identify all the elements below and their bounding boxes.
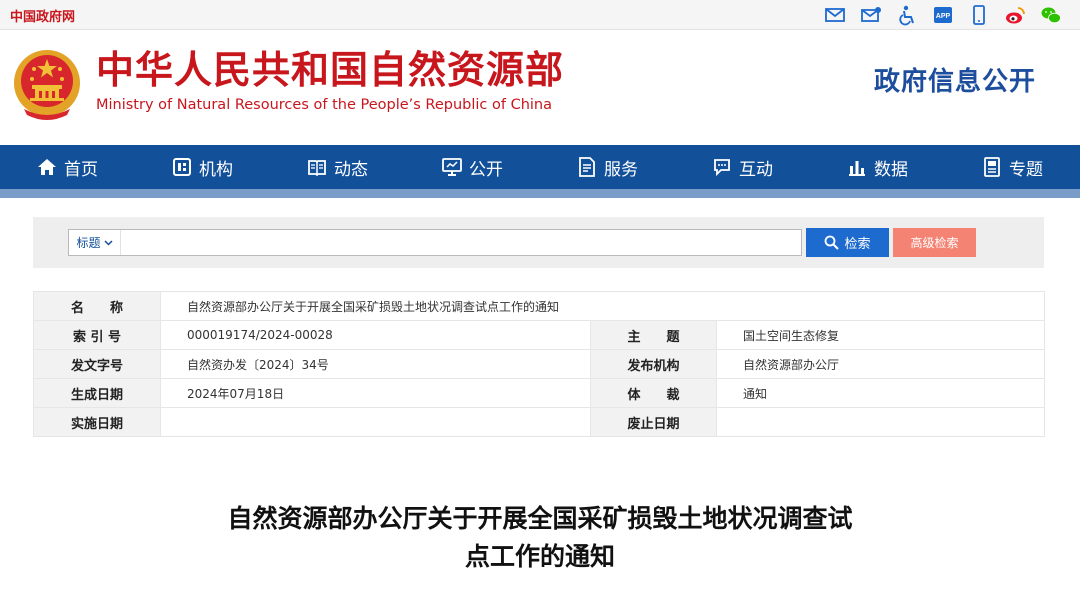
form-icon <box>579 157 595 177</box>
nav-item-label: 机构 <box>199 159 233 180</box>
nav-item-label: 互动 <box>739 159 773 180</box>
weibo-icon[interactable] <box>1004 4 1026 26</box>
monitor-icon <box>442 158 462 176</box>
issuer-value: 自然资源部办公厅 <box>716 349 1045 379</box>
table-row: 实施日期 废止日期 <box>33 407 1045 437</box>
genre-value: 通知 <box>716 378 1045 408</box>
document-title-line1: 自然资源部办公厅关于开展全国采矿损毁土地状况调查试 <box>227 504 853 533</box>
search-box: 标题 <box>68 229 802 256</box>
nav-item-label: 专题 <box>1009 159 1043 180</box>
genre-label: 体 裁 <box>590 378 717 408</box>
nav-item-label: 公开 <box>469 159 503 180</box>
issuer-label: 发布机构 <box>590 349 717 379</box>
national-emblem-icon <box>14 50 80 120</box>
mail-icon[interactable] <box>824 4 846 26</box>
table-row: 发文字号 自然资办发〔2024〕34号 发布机构 自然资源部办公厅 <box>33 349 1045 379</box>
nav-item-home[interactable]: 首页 <box>37 155 98 180</box>
document-title-line2: 点工作的通知 <box>464 542 615 571</box>
expiry-label: 废止日期 <box>590 407 717 437</box>
table-row: 生成日期 2024年07月18日 体 裁 通知 <box>33 378 1045 408</box>
site-title: 中华人民共和国自然资源部 <box>96 48 565 92</box>
chat-icon <box>714 159 730 177</box>
app-icon-text: APP <box>936 13 951 20</box>
search-input[interactable] <box>121 230 801 255</box>
wechat-icon[interactable] <box>1040 4 1062 26</box>
nav-item-public[interactable]: 公开 <box>442 155 503 180</box>
document-title: 自然资源部办公厅关于开展全国采矿损毁土地状况调查试 点工作的通知 <box>150 500 930 576</box>
search-button[interactable]: 检索 <box>806 228 889 257</box>
effective-value <box>160 407 591 437</box>
main-nav: 首页 机构 动态 公开 服务 互动 数据 专题 <box>0 145 1080 189</box>
nav-item-data[interactable]: 数据 <box>847 155 908 180</box>
search-panel: 标题 检索 高级检索 <box>33 217 1044 268</box>
effective-label: 实施日期 <box>33 407 161 437</box>
document-info-table: 名 称 自然资源部办公厅关于开展全国采矿损毁土地状况调查试点工作的通知 索 引 … <box>33 291 1045 437</box>
date-label: 生成日期 <box>33 378 161 408</box>
advanced-search-button[interactable]: 高级检索 <box>893 228 976 257</box>
nav-item-interact[interactable]: 互动 <box>712 155 773 180</box>
app-icon[interactable]: APP <box>932 4 954 26</box>
docno-label: 发文字号 <box>33 349 161 379</box>
site-subtitle: Ministry of Natural Resources of the Peo… <box>96 97 553 113</box>
topic-label: 主 题 <box>590 320 717 350</box>
site-header: 中华人民共和国自然资源部 Ministry of Natural Resourc… <box>0 31 1080 145</box>
index-value: 000019174/2024-00028 <box>160 320 591 350</box>
name-value: 自然资源部办公厅关于开展全国采矿损毁土地状况调查试点工作的通知 <box>160 291 1045 321</box>
chart-icon <box>849 161 865 176</box>
topic-value: 国土空间生态修复 <box>716 320 1045 350</box>
mail-edit-icon[interactable] <box>860 4 882 26</box>
top-utility-bar: 中国政府网 APP <box>0 0 1080 30</box>
nav-item-service[interactable]: 服务 <box>577 155 638 180</box>
document-icon <box>984 157 1000 177</box>
name-label: 名 称 <box>33 291 161 321</box>
nav-item-label: 动态 <box>334 159 368 180</box>
accessibility-icon[interactable] <box>896 4 918 26</box>
nav-item-news[interactable]: 动态 <box>307 155 368 180</box>
chevron-down-icon <box>103 240 113 246</box>
table-row: 索 引 号 000019174/2024-00028 主 题 国土空间生态修复 <box>33 320 1045 350</box>
expiry-value <box>716 407 1045 437</box>
table-row: 名 称 自然资源部办公厅关于开展全国采矿损毁土地状况调查试点工作的通知 <box>33 291 1045 321</box>
mobile-icon[interactable] <box>968 4 990 26</box>
nav-item-label: 服务 <box>604 159 638 180</box>
section-title: 政府信息公开 <box>873 67 1036 97</box>
utility-icons: APP <box>824 4 1062 26</box>
search-button-label: 检索 <box>844 236 871 251</box>
nav-item-label: 数据 <box>874 159 908 180</box>
index-label: 索 引 号 <box>33 320 161 350</box>
gov-portal-link[interactable]: 中国政府网 <box>10 6 75 25</box>
search-icon <box>825 235 840 250</box>
book-icon <box>308 160 326 177</box>
date-value: 2024年07月18日 <box>160 378 591 408</box>
nav-item-org[interactable]: 机构 <box>172 155 233 180</box>
org-icon <box>173 158 191 176</box>
docno-value: 自然资办发〔2024〕34号 <box>160 349 591 379</box>
search-select-value: 标题 <box>76 236 101 250</box>
home-icon <box>38 159 56 175</box>
nav-item-topics[interactable]: 专题 <box>982 155 1043 180</box>
nav-underline <box>0 189 1080 198</box>
search-field-select[interactable]: 标题 <box>69 230 121 255</box>
nav-item-label: 首页 <box>64 159 98 180</box>
